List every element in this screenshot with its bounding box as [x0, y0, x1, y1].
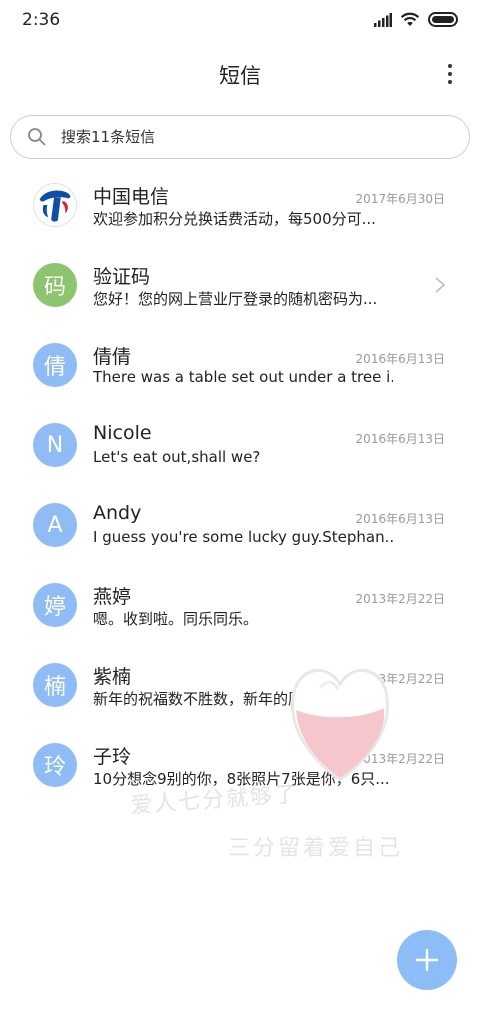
avatar: 婷 — [33, 583, 77, 627]
conversation-name: 子玲 — [93, 746, 132, 768]
wifi-icon — [400, 12, 420, 26]
conversation-item[interactable]: A Andy 2016年6月13日 I guess you're some lu… — [0, 488, 480, 568]
battery-icon — [428, 12, 458, 27]
conversation-name: 倩倩 — [93, 346, 132, 368]
avatar: N — [33, 423, 77, 467]
avatar: 倩 — [33, 343, 77, 387]
conversation-item[interactable]: 婷 燕婷 2013年2月22日 嗯。收到啦。同乐同乐。 — [0, 568, 480, 648]
conversation-name: 紫楠 — [93, 666, 132, 688]
page-title: 短信 — [219, 64, 261, 88]
conversation-preview: 嗯。收到啦。同乐同乐。 — [93, 610, 259, 628]
avatar: 码 — [33, 263, 77, 307]
search-icon — [28, 128, 46, 146]
more-vertical-icon[interactable] — [442, 62, 458, 86]
status-icons — [374, 12, 460, 27]
china-telecom-logo-icon — [33, 183, 77, 227]
conversation-date: 2013年2月22日 — [355, 672, 445, 686]
status-time: 2:36 — [22, 10, 61, 30]
conversation-name: 中国电信 — [93, 186, 170, 208]
conversation-preview: 10分想念9别的你，8张照片7张是你，6只... — [93, 770, 390, 788]
conversation-date: 2016年6月13日 — [355, 352, 445, 366]
conversation-name: Andy — [93, 502, 142, 524]
watermark-text: 三分留着爱自己 — [228, 836, 404, 861]
avatar: A — [33, 503, 77, 547]
search-input[interactable] — [61, 116, 451, 158]
conversation-date: 2016年6月13日 — [355, 432, 445, 446]
conversation-date: 2013年2月22日 — [355, 592, 445, 606]
conversation-item[interactable]: N Nicole 2016年6月13日 Let's eat out,shall … — [0, 408, 480, 488]
signal-icon — [374, 12, 392, 27]
conversation-item[interactable]: 码 验证码 您好！您的网上营业厅登录的随机密码为... — [0, 248, 480, 328]
plus-icon — [415, 948, 439, 972]
conversation-item[interactable]: 中国电信 2017年6月30日 欢迎参加积分兑换话费活动，每500分可... — [0, 168, 480, 248]
conversation-name: Nicole — [93, 422, 152, 444]
conversation-preview: Let's eat out,shall we? — [93, 448, 261, 466]
conversation-preview: 您好！您的网上营业厅登录的随机密码为... — [93, 290, 378, 308]
conversation-date: 2013年2月22日 — [355, 752, 445, 766]
conversation-preview: There was a table set out under a tree i… — [93, 368, 393, 386]
conversation-item[interactable]: 倩 倩倩 2016年6月13日 There was a table set ou… — [0, 328, 480, 408]
avatar: 玲 — [33, 743, 77, 787]
conversation-item[interactable]: 楠 紫楠 2013年2月22日 新年的祝福数不胜数，新年的愿望好多好... — [0, 648, 480, 728]
conversation-date: 2016年6月13日 — [355, 512, 445, 526]
avatar: 楠 — [33, 663, 77, 707]
conversation-preview: I guess you're some lucky guy.Stephan... — [93, 528, 393, 546]
conversation-name: 验证码 — [93, 266, 151, 288]
conversation-date: 2017年6月30日 — [355, 192, 445, 206]
status-bar: 2:36 — [0, 0, 480, 42]
conversation-preview: 欢迎参加积分兑换话费活动，每500分可... — [93, 210, 376, 228]
title-bar: 短信 — [0, 48, 480, 102]
conversation-name: 燕婷 — [93, 586, 132, 608]
chevron-right-icon — [435, 277, 446, 293]
conversation-list: 中国电信 2017年6月30日 欢迎参加积分兑换话费活动，每500分可... 码… — [0, 168, 480, 808]
search-bar[interactable] — [10, 115, 470, 159]
new-message-button[interactable] — [397, 930, 457, 990]
conversation-item[interactable]: 玲 子玲 2013年2月22日 10分想念9别的你，8张照片7张是你，6只... — [0, 728, 480, 808]
conversation-preview: 新年的祝福数不胜数，新年的愿望好多好... — [93, 690, 378, 708]
